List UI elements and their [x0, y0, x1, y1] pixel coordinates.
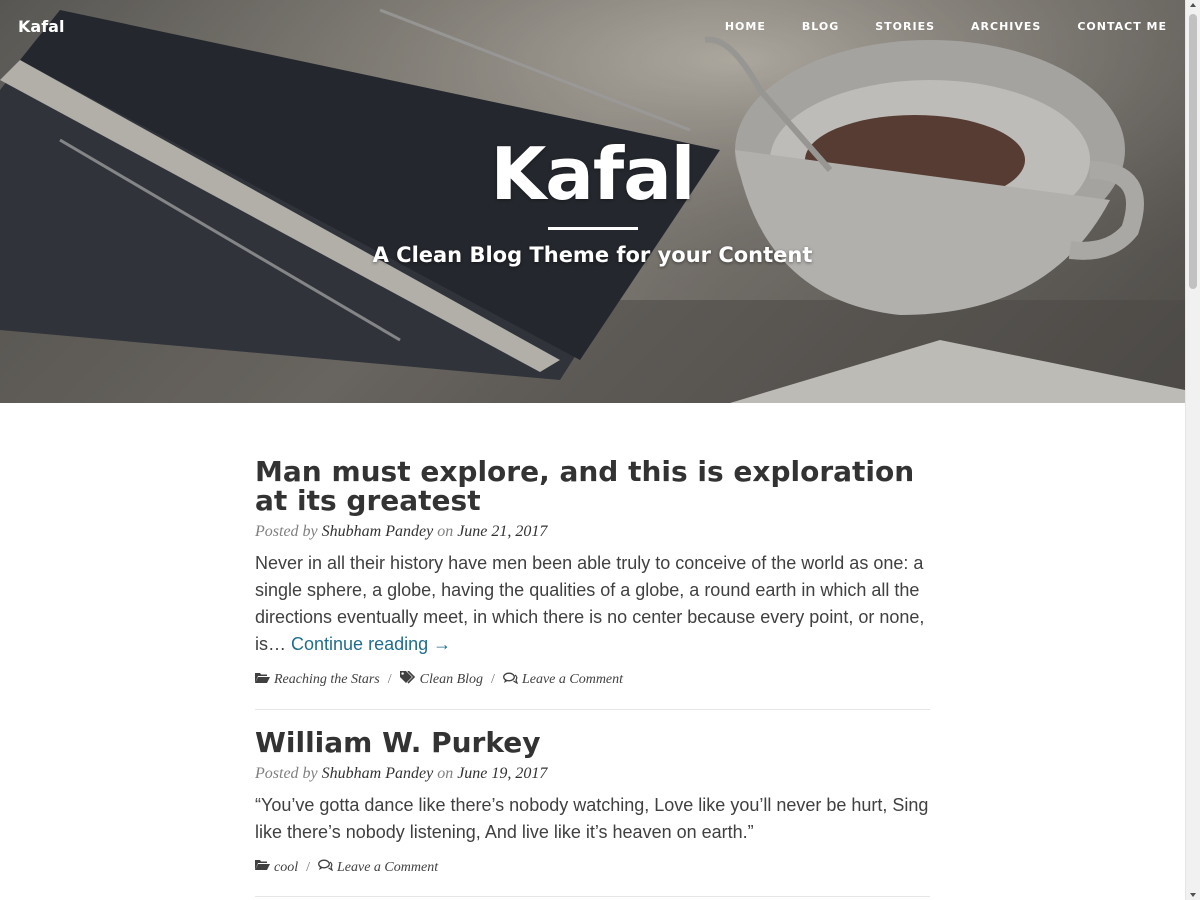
author-link[interactable]: Shubham Pandey: [322, 523, 434, 540]
nav-archives[interactable]: ARCHIVES: [971, 20, 1041, 33]
site-subtitle: A Clean Blog Theme for your Content: [372, 243, 813, 267]
nav-blog[interactable]: BLOG: [802, 20, 839, 33]
posted-by-label: Posted by: [255, 765, 318, 782]
post-excerpt: “You’ve gotta dance like there’s nobody …: [255, 792, 930, 846]
on-label: on: [437, 765, 454, 782]
page: Kafal HOME BLOG STORIES ARCHIVES CONTACT…: [0, 0, 1185, 900]
scroll-up-arrow-icon[interactable]: [1190, 3, 1196, 7]
heading-divider: [547, 227, 638, 230]
nav-menu: HOME BLOG STORIES ARCHIVES CONTACT ME: [725, 20, 1167, 33]
tag-link[interactable]: Clean Blog: [420, 672, 483, 688]
separator: /: [491, 672, 495, 687]
site-title: Kafal: [490, 132, 696, 216]
category-link[interactable]: cool: [274, 860, 298, 876]
post-footer: Reaching the Stars / Clean Blog / Leave …: [255, 670, 930, 709]
vertical-scrollbar[interactable]: [1185, 0, 1200, 900]
scroll-down-arrow-icon[interactable]: [1190, 893, 1196, 897]
post-meta: Posted by Shubham Pandey on June 21, 201…: [255, 523, 930, 541]
post-list: Man must explore, and this is exploratio…: [255, 403, 930, 897]
post-preview: Man must explore, and this is exploratio…: [255, 457, 930, 710]
excerpt-text: “You’ve gotta dance like there’s nobody …: [255, 795, 929, 842]
nav-stories[interactable]: STORIES: [875, 20, 935, 33]
comment-link[interactable]: Leave a Comment: [522, 672, 623, 688]
navbar: Kafal HOME BLOG STORIES ARCHIVES CONTACT…: [0, 0, 1185, 54]
separator: /: [387, 672, 392, 687]
separator: /: [306, 859, 310, 875]
nav-contact-me[interactable]: CONTACT ME: [1077, 20, 1167, 33]
folder-open-icon: [255, 672, 270, 689]
posted-by-label: Posted by: [255, 523, 318, 540]
comment-link[interactable]: Leave a Comment: [337, 860, 438, 876]
post-title: William W. Purkey: [255, 726, 541, 759]
post-excerpt: Never in all their history have men been…: [255, 550, 930, 658]
on-label: on: [437, 523, 454, 540]
hero-header: Kafal HOME BLOG STORIES ARCHIVES CONTACT…: [0, 0, 1185, 403]
folder-open-icon: [255, 859, 270, 876]
post-footer: cool / Leave a Comment: [255, 859, 930, 896]
date-link[interactable]: June 19, 2017: [457, 765, 547, 782]
post-title-link[interactable]: Man must explore, and this is exploratio…: [255, 457, 930, 515]
post-title: Man must explore, and this is exploratio…: [255, 455, 915, 517]
comments-icon: [502, 672, 519, 689]
post-meta: Posted by Shubham Pandey on June 19, 201…: [255, 765, 930, 783]
date-link[interactable]: June 21, 2017: [457, 523, 547, 540]
post-title-link[interactable]: William W. Purkey: [255, 728, 930, 757]
brand-link[interactable]: Kafal: [18, 17, 64, 36]
author-link[interactable]: Shubham Pandey: [322, 765, 434, 782]
post-preview: William W. Purkey Posted by Shubham Pand…: [255, 728, 930, 897]
comments-icon: [318, 859, 334, 876]
tags-icon: [399, 670, 416, 689]
scrollbar-thumb[interactable]: [1189, 14, 1197, 289]
nav-home[interactable]: HOME: [725, 20, 766, 33]
site-heading: Kafal A Clean Blog Theme for your Conten…: [0, 133, 1185, 267]
category-link[interactable]: Reaching the Stars: [274, 672, 380, 688]
continue-reading-link[interactable]: Continue reading →: [291, 634, 451, 654]
